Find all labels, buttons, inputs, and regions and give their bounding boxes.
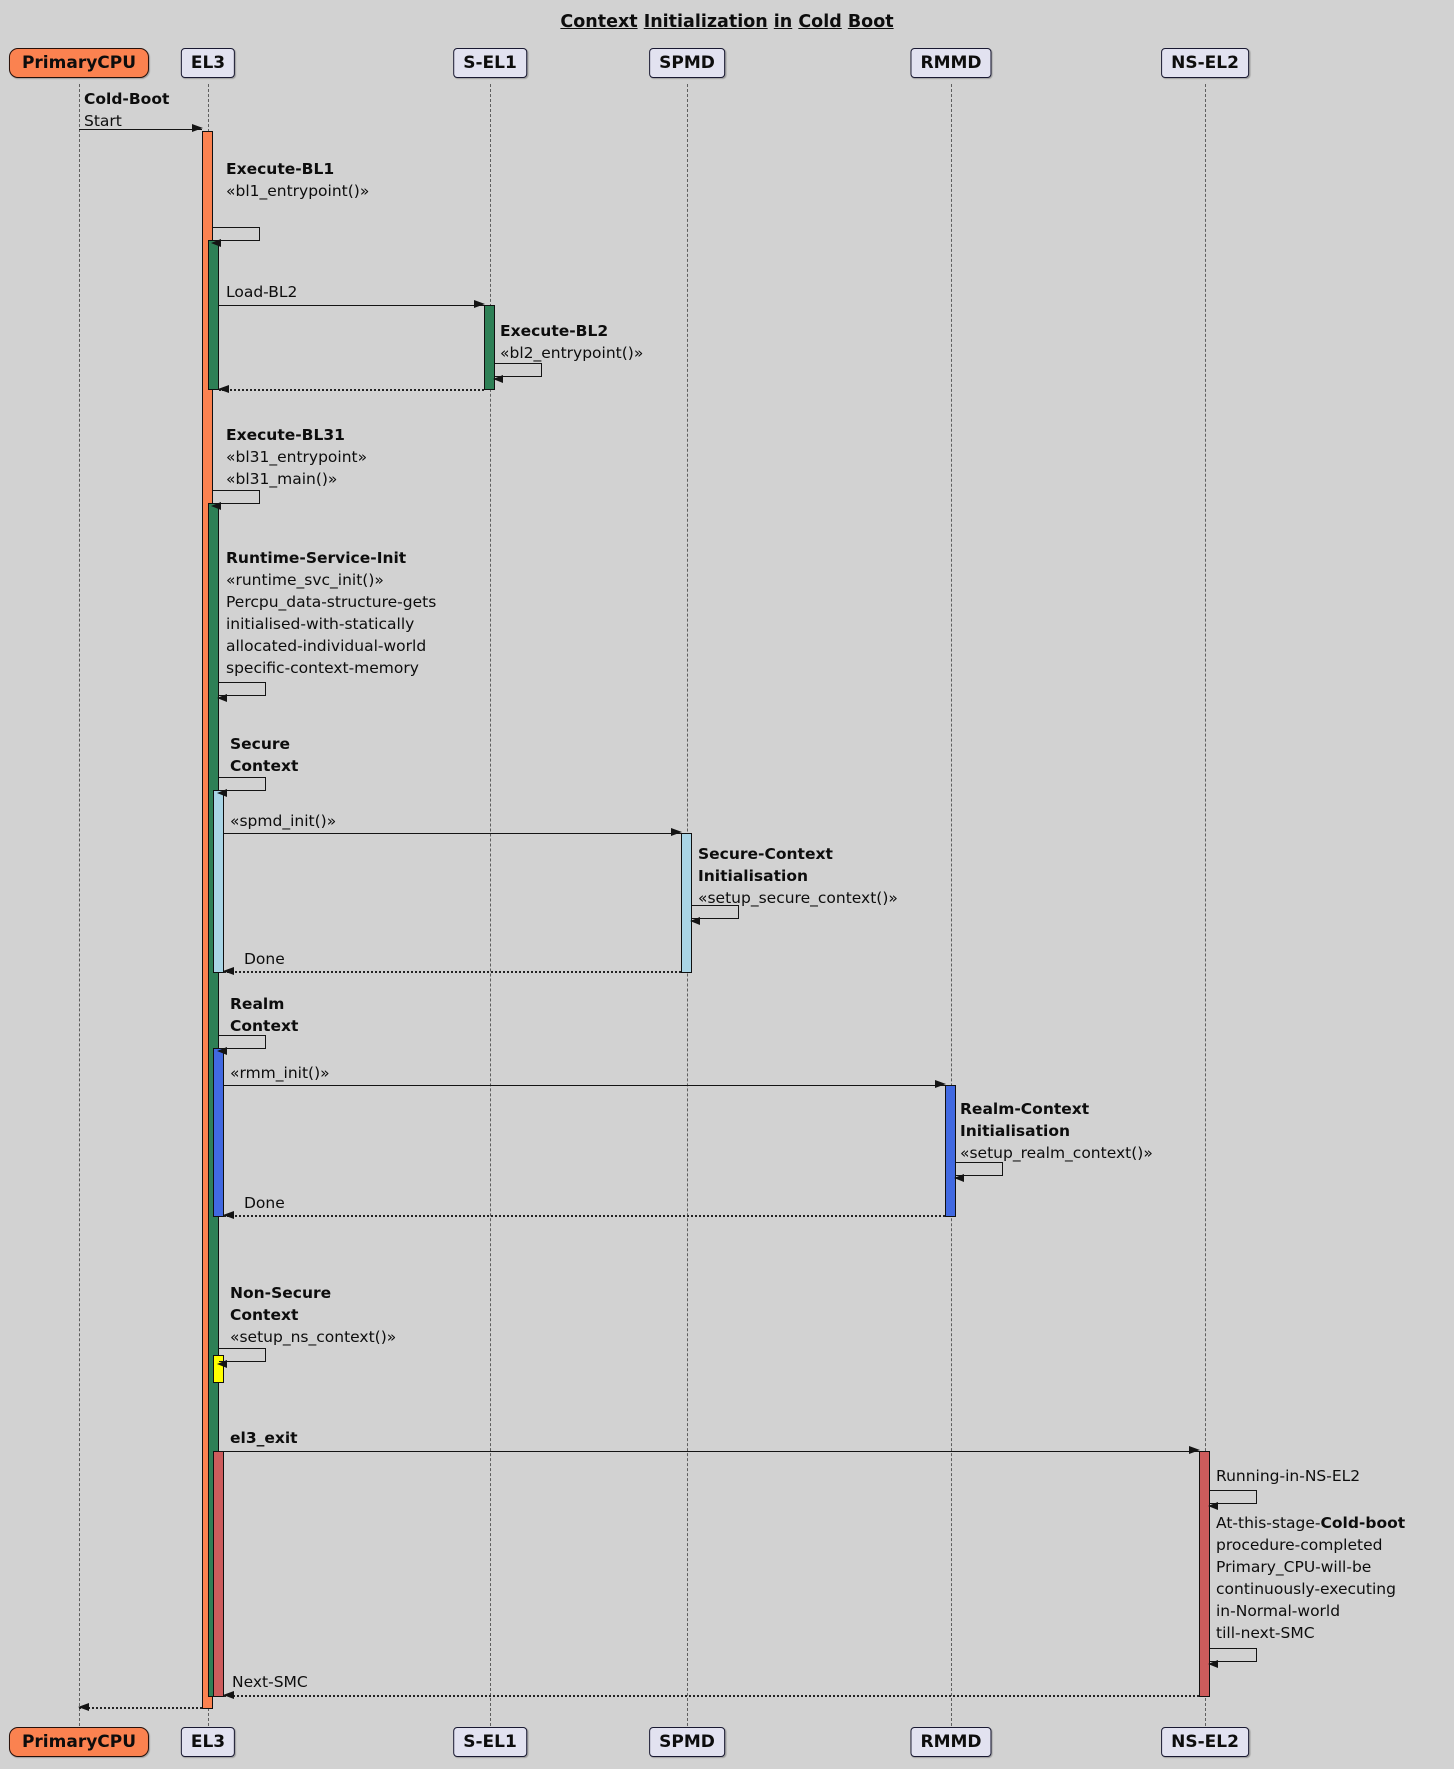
label-el3-exit: el3_exit (230, 1427, 298, 1449)
arrow-load-bl2 (219, 305, 484, 306)
self-arrow-runtime-service-init (219, 682, 266, 696)
label-next-smc: Next-SMC (232, 1671, 308, 1693)
label-load-bl2: Load-BL2 (226, 281, 297, 303)
participant-top-el3: EL3 (181, 48, 235, 78)
arrow-rmm-init (224, 1085, 945, 1086)
lifeline-rmmd (951, 84, 952, 1726)
lifeline-primarycpu (79, 84, 80, 1726)
label-secure-context-init: Secure-Context Initialisation «setup_sec… (698, 843, 898, 909)
return-to-primarycpu (79, 1707, 202, 1709)
label-done-realm: Done (244, 1192, 285, 1214)
participant-bottom-ns-el2: NS-EL2 (1161, 1727, 1249, 1757)
el3-activation-exit (213, 1451, 224, 1697)
participant-top-primarycpu: PrimaryCPU (9, 48, 149, 78)
label-execute-bl2: Execute-BL2 «bl2_entrypoint()» (500, 320, 643, 364)
label-cold-boot: Cold-Boot Start (84, 88, 169, 132)
self-arrow-execute-bl31 (213, 490, 260, 504)
participant-top-spmd: SPMD (649, 48, 725, 78)
label-rmm-init: «rmm_init()» (230, 1062, 330, 1084)
participant-bottom-rmmd: RMMD (910, 1727, 991, 1757)
label-running-ns-el2: Running-in-NS-EL2 (1216, 1465, 1360, 1487)
rmmd-activation-realm (945, 1085, 956, 1217)
sequence-diagram: Context Initialization in Cold Boot Prim… (0, 0, 1454, 1769)
return-bl2-to-el3 (219, 389, 484, 391)
label-runtime-service-init: Runtime-Service-Init «runtime_svc_init()… (226, 547, 436, 679)
label-done-secure: Done (244, 948, 285, 970)
label-non-secure-context: Non-Secure Context «setup_ns_context()» (230, 1282, 396, 1348)
self-arrow-cold-boot-note (1210, 1648, 1257, 1662)
arrow-el3-exit (219, 1451, 1199, 1452)
el3-activation-secure (213, 790, 224, 973)
return-next-smc (224, 1695, 1199, 1697)
return-done-realm (224, 1215, 945, 1217)
self-arrow-execute-bl2 (495, 363, 542, 377)
participant-bottom-el3: EL3 (181, 1727, 235, 1757)
self-arrow-setup-ns-context (219, 1348, 266, 1362)
participant-top-rmmd: RMMD (910, 48, 991, 78)
label-realm-context: Realm Context (230, 993, 298, 1037)
self-arrow-running-ns-el2 (1210, 1490, 1257, 1504)
return-done-secure (224, 971, 681, 973)
spmd-activation-secure (681, 833, 692, 973)
participant-top-s-el1: S-EL1 (453, 48, 527, 78)
participant-bottom-primarycpu: PrimaryCPU (9, 1727, 149, 1757)
label-spmd-init: «spmd_init()» (230, 810, 336, 832)
el3-activation-realm (213, 1048, 224, 1217)
participant-bottom-spmd: SPMD (649, 1727, 725, 1757)
self-arrow-setup-realm-context (956, 1162, 1003, 1176)
participant-top-ns-el2: NS-EL2 (1161, 48, 1249, 78)
participant-bottom-s-el1: S-EL1 (453, 1727, 527, 1757)
label-cold-boot-note: At-this-stage-Cold-boot procedure-comple… (1216, 1512, 1405, 1644)
arrow-spmd-init (224, 833, 681, 834)
label-execute-bl1: Execute-BL1 «bl1_entrypoint()» (226, 158, 369, 202)
label-execute-bl31: Execute-BL31 «bl31_entrypoint» «bl31_mai… (226, 424, 367, 490)
self-arrow-execute-bl1 (213, 227, 260, 241)
self-arrow-realm-context (219, 1035, 266, 1049)
label-secure-context: Secure Context (230, 733, 298, 777)
label-realm-context-init: Realm-Context Initialisation «setup_real… (960, 1098, 1153, 1164)
diagram-title: Context Initialization in Cold Boot (0, 12, 1454, 32)
el3-activation-green-bl1 (208, 240, 219, 390)
self-arrow-secure-context (219, 777, 266, 791)
